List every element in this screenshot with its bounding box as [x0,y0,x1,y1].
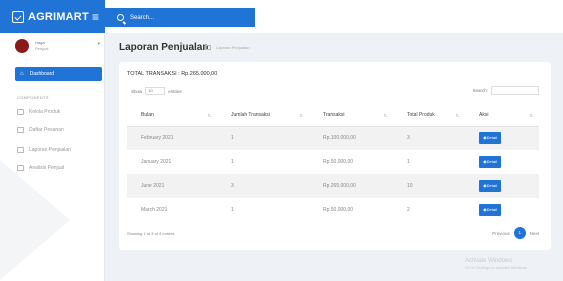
top-navbar: AGRIMART ≡ Search... [0,0,563,33]
next-button[interactable]: Next [530,231,539,236]
home-icon[interactable] [205,45,211,50]
cell-bulan: June 2021 [127,174,217,198]
report-card: TOTAL TRANSAKSI : Rp.265.000,00 Show 10 … [119,62,551,250]
box-icon [17,109,24,115]
search-placeholder: Search... [130,14,155,21]
detail-button[interactable]: ◉Detail [479,204,501,216]
column-header-jumlah-transaksi[interactable]: Jumlah Transaksi ⇅ [217,104,309,127]
search-icon [117,14,124,21]
table-row: March 2021 1 Rp.50.000,00 2 ◉Detail [127,198,539,222]
page-button-1[interactable]: 1 [513,227,526,239]
total-transaction: TOTAL TRANSAKSI : Rp.265.000,00 [127,71,218,77]
cell-jumlah: 1 [231,207,234,213]
section-label: COMPONENTS [17,95,49,100]
table-row: February 2021 1 Rp.100.000,00 3 ◉Detail [127,126,539,150]
cell-aksi: ◉Detail [465,174,539,198]
cell-jumlah: 3 [217,174,309,198]
entries-control: Show 10 entries [131,87,182,95]
sidebar-item-daftar-pesanan[interactable]: Daftar Pesanan [17,125,102,135]
sidebar-item-label: Kelola Produk [29,109,61,115]
sidebar-item-label: Laporan Penjualan [29,147,71,153]
table-info: Showing 1 to 4 of 4 entries [127,231,175,236]
sort-icon: ⇅ [299,113,303,118]
sidebar-item-label: Daftar Pesanan [29,127,64,133]
user-name: Haga [35,40,45,45]
previous-button[interactable]: Previous [492,231,510,236]
entries-label: entries [168,88,182,94]
sort-icon: ⇅ [529,113,533,118]
sales-table: Bulan ⇅ Jumlah Transaksi ⇅ Transaksi ⇅ Tota… [127,104,539,222]
breadcrumb-item[interactable]: Laporan Penjualan [216,45,250,50]
chevron-down-icon[interactable]: ▾ [97,41,100,47]
cell-produk: 1 [407,159,410,165]
cell-jumlah: 1 [217,126,309,150]
sidebar-item-label: Dashboard [29,71,55,77]
cell-aksi: ◉Detail [465,150,539,174]
cell-jumlah: 1 [231,159,234,165]
column-header-transaksi[interactable]: Transaksi ⇅ [309,104,393,127]
cell-produk: 3 [393,126,465,150]
brand-bar: AGRIMART ≡ [0,0,105,33]
home-icon: ⌂ [20,71,24,77]
detail-button[interactable]: ◉Detail [479,180,501,192]
cell-transaksi: Rp.265.000,00 [309,174,393,198]
list-icon [17,127,24,133]
sort-icon: ⇅ [455,113,459,118]
cell-aksi: ◉Detail [465,126,539,150]
hamburger-icon[interactable]: ≡ [92,10,99,24]
cell-aksi: ◉Detail [465,198,539,222]
watermark-subtitle: Go to Settings to activate Windows. [465,265,529,270]
table-row: January 2021 1 Rp.50.000,00 1 ◉Detail [127,150,539,174]
agrimart-logo-icon [12,10,24,23]
table-search-input[interactable] [491,86,539,95]
global-search-input[interactable]: Search... [105,8,255,27]
page-title: Laporan Penjualan [119,42,209,53]
cell-bulan: January 2021 [141,159,172,165]
pagination: Previous 1 Next [492,227,539,239]
table-header-row: Bulan ⇅ Jumlah Transaksi ⇅ Transaksi ⇅ Tota… [127,104,539,127]
detail-button[interactable]: ◉Detail [479,132,501,145]
table-search: Search: [472,86,539,95]
column-header-aksi[interactable]: Aksi ⇅ [465,104,539,127]
entries-select[interactable]: 10 [145,87,166,95]
sidebar-item-dashboard[interactable]: ⌂ Dashboard [15,67,102,81]
cell-bulan: March 2021 [141,207,168,213]
brand-name: AGRIMART [28,10,89,23]
cell-transaksi: Rp.50.000,00 [323,159,354,165]
breadcrumb: Laporan Penjualan [205,45,250,50]
cell-produk: 10 [393,174,465,198]
windows-activation-watermark: Activate Windows Go to Settings to activ… [465,258,528,270]
column-header-total-produk[interactable]: Total Produk ⇅ [393,104,465,127]
sidebar-item-laporan-penjualan[interactable]: Laporan Penjualan [17,145,102,155]
decorative-shape [0,160,70,280]
cell-transaksi: Rp.50.000,00 [323,207,354,213]
cell-bulan: February 2021 [127,126,217,150]
avatar [15,39,29,53]
sidebar-item-kelola-produk[interactable]: Kelola Produk [17,107,102,117]
report-icon [17,147,24,153]
detail-button[interactable]: ◉Detail [479,156,501,168]
user-role: Penjual [35,46,49,51]
sort-icon: ⇅ [207,113,211,118]
column-header-bulan[interactable]: Bulan ⇅ [127,104,217,127]
search-label: Search: [472,88,488,93]
sort-icon: ⇅ [383,113,387,118]
show-label: Show [131,88,143,94]
cell-produk: 2 [407,207,410,213]
user-panel[interactable]: Haga Penjual ▾ [15,39,100,59]
cell-transaksi: Rp.100.000,00 [309,126,393,150]
table-row: June 2021 3 Rp.265.000,00 10 ◉Detail [127,174,539,198]
watermark-title: Activate Windows [465,258,513,264]
